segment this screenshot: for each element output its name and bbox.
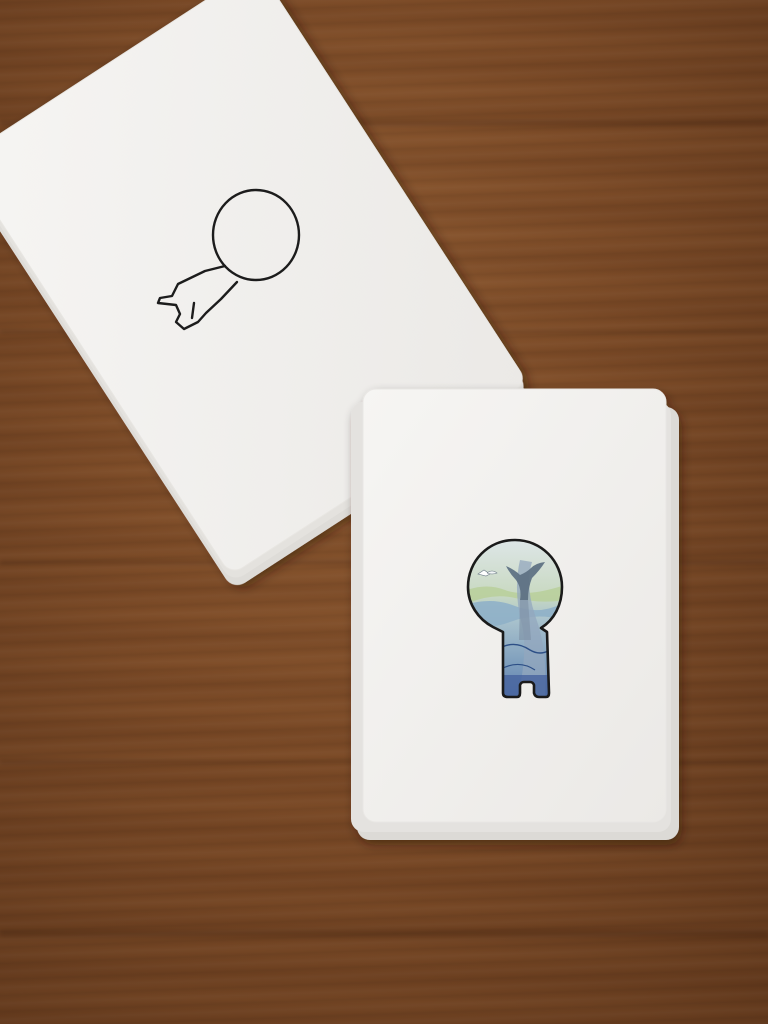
photo-scene: [0, 0, 768, 1024]
cards-layer: [0, 0, 679, 840]
